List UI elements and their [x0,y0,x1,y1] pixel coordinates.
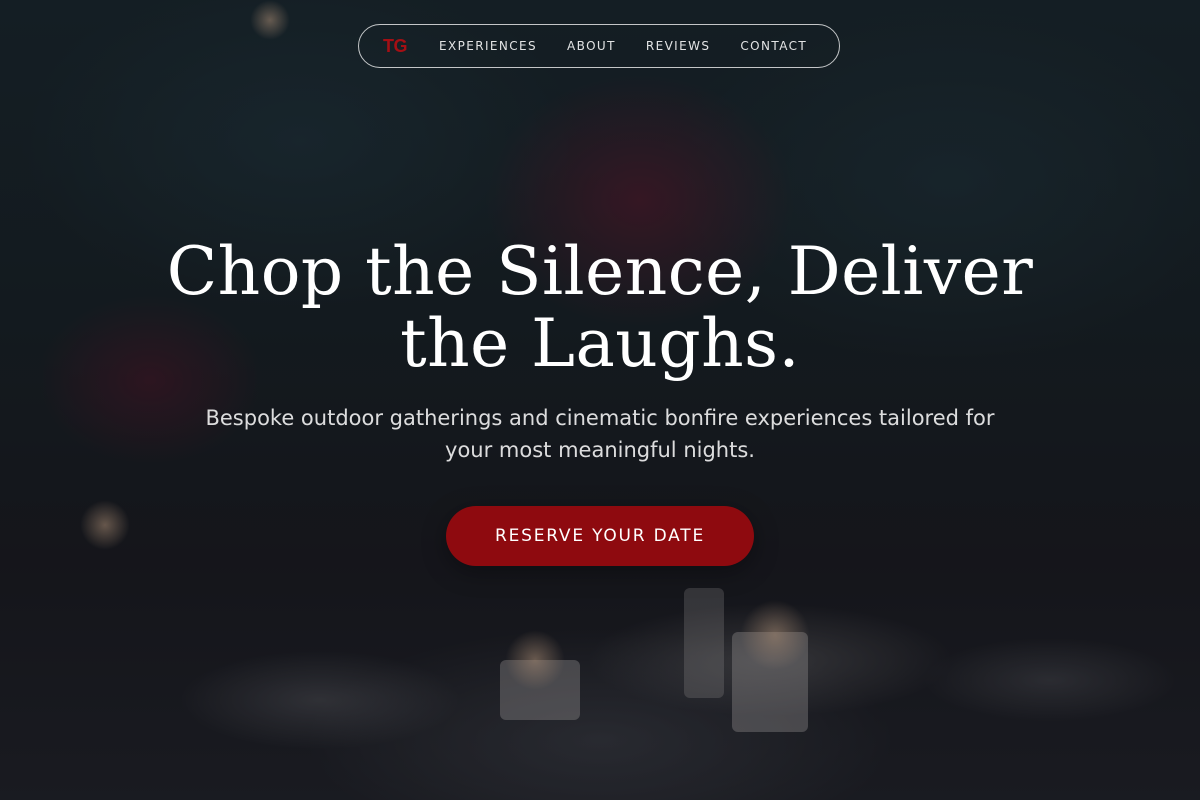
nav-link-experiences[interactable]: EXPERIENCES [439,39,537,53]
nav-link-about[interactable]: ABOUT [567,39,616,53]
brand-logo[interactable]: TG [383,36,408,57]
nav-link-reviews[interactable]: REVIEWS [646,39,711,53]
reserve-date-button[interactable]: RESERVE YOUR DATE [446,506,754,566]
hero-subheadline: Bespoke outdoor gatherings and cinematic… [140,402,1060,466]
headline-line-1: Chop the Silence, Deliver [166,233,1034,310]
hero-headline: Chop the Silence, Deliver the Laughs. [100,236,1100,380]
headline-line-2: the Laughs. [400,305,800,382]
subheadline-line-2: your most meaningful nights. [445,438,755,462]
subheadline-line-1: Bespoke outdoor gatherings and cinematic… [205,406,995,430]
top-navigation: TG EXPERIENCES ABOUT REVIEWS CONTACT [358,24,840,68]
nav-link-contact[interactable]: CONTACT [740,39,807,53]
background-overlay [0,0,1200,800]
hero-section: TG EXPERIENCES ABOUT REVIEWS CONTACT Cho… [0,0,1200,800]
